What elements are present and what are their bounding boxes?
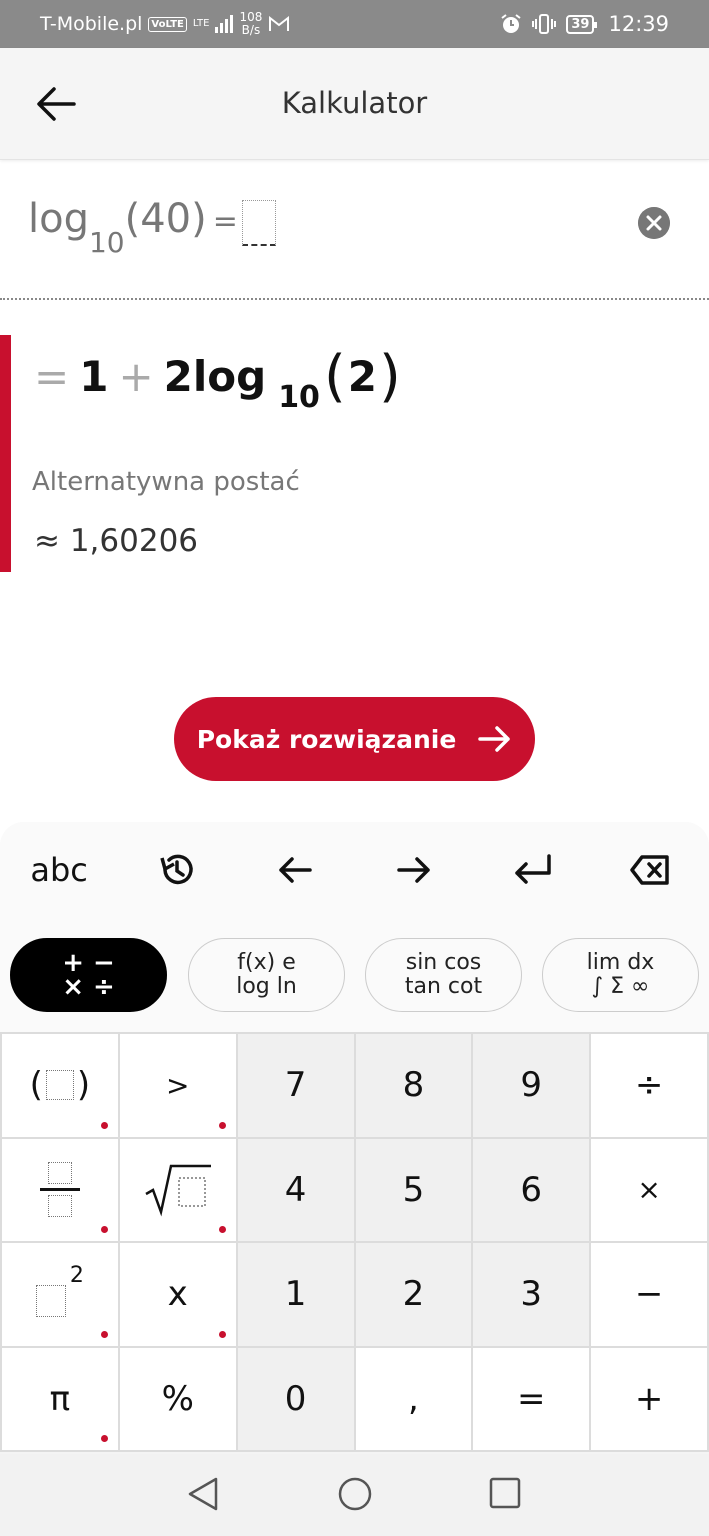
fraction-icon — [39, 1162, 80, 1218]
tab-functions[interactable]: f(x) e log ln — [188, 938, 345, 1012]
vibrate-icon — [532, 14, 557, 34]
network-speed: 108 B/s — [239, 10, 263, 37]
long-press-dot — [100, 1330, 108, 1338]
multiply-key[interactable]: × — [591, 1138, 707, 1241]
result-expression: = 1 + 2log 10 ( 2 ) — [34, 344, 401, 415]
battery-indicator: 39 — [566, 14, 598, 34]
key-2[interactable]: 2 — [355, 1243, 472, 1346]
gmail-icon — [269, 16, 290, 31]
square-root-key[interactable] — [119, 1138, 236, 1241]
result-accent-bar — [0, 335, 11, 572]
enter-button[interactable] — [473, 822, 591, 918]
cursor-right-button[interactable] — [355, 822, 473, 918]
arrow-right-icon — [478, 726, 511, 752]
input-argument: (40) — [124, 196, 207, 242]
greater-than-key[interactable]: > — [119, 1034, 236, 1137]
nav-back-icon[interactable] — [186, 1476, 220, 1512]
expression-input-area[interactable]: log 10 (40) = — [0, 160, 709, 300]
show-solution-button[interactable]: Pokaż rozwiązanie — [174, 697, 535, 781]
power-key[interactable]: 2 — [2, 1243, 118, 1346]
keyboard-tabs: + − × ÷ f(x) e log ln sin cos tan cot li… — [0, 918, 709, 1032]
divide-key[interactable]: ÷ — [591, 1034, 707, 1137]
key-7[interactable]: 7 — [237, 1034, 354, 1137]
input-equals: = — [212, 204, 238, 239]
key-0[interactable]: 0 — [237, 1347, 354, 1450]
network-type: LTE — [192, 18, 210, 29]
placeholder-box-icon — [35, 1285, 66, 1318]
enter-icon — [515, 854, 551, 884]
long-press-dot — [100, 1121, 108, 1129]
input-separator — [0, 298, 709, 300]
input-cursor-box[interactable] — [241, 200, 276, 246]
backspace-button[interactable] — [591, 822, 709, 918]
arrow-left-icon — [279, 857, 313, 883]
cursor-left-button[interactable] — [236, 822, 354, 918]
abc-keyboard-button[interactable]: abc — [0, 822, 118, 918]
backspace-icon — [630, 855, 669, 885]
long-press-dot — [218, 1121, 226, 1129]
clear-input-icon[interactable] — [638, 207, 670, 239]
pi-key[interactable]: π — [2, 1347, 118, 1450]
long-press-dot — [100, 1435, 108, 1442]
volte-badge: VoLTE — [148, 16, 187, 32]
keypad: ( ) > 7 8 9 ÷ 4 5 6 × 2 x 1 2 3 − π % 0 … — [0, 1032, 709, 1452]
variable-x-key[interactable]: x — [119, 1243, 236, 1346]
history-icon — [160, 854, 193, 885]
history-button[interactable] — [118, 822, 236, 918]
input-base: 10 — [88, 226, 125, 259]
square-root-icon — [145, 1164, 211, 1217]
key-6[interactable]: 6 — [473, 1138, 590, 1241]
key-4[interactable]: 4 — [237, 1138, 354, 1241]
nav-recents-icon[interactable] — [489, 1477, 521, 1509]
input-expression[interactable]: log 10 (40) = — [28, 196, 276, 259]
parentheses-key[interactable]: ( ) — [2, 1034, 118, 1137]
equals-key[interactable]: = — [473, 1347, 590, 1450]
fraction-key[interactable] — [2, 1138, 118, 1241]
placeholder-box-icon — [45, 1070, 74, 1101]
percent-key[interactable]: % — [119, 1347, 236, 1450]
tab-arithmetic[interactable]: + − × ÷ — [10, 938, 167, 1012]
key-8[interactable]: 8 — [355, 1034, 472, 1137]
comma-key[interactable]: , — [355, 1347, 472, 1450]
keyboard-toolbar: abc — [0, 822, 709, 918]
long-press-dot — [218, 1226, 226, 1233]
tab-calculus[interactable]: lim dx ∫ Σ ∞ — [542, 938, 699, 1012]
status-time: 12:39 — [608, 12, 669, 36]
page-title: Kalkulator — [281, 86, 428, 120]
arrow-right-icon — [396, 857, 430, 883]
key-5[interactable]: 5 — [355, 1138, 472, 1241]
show-solution-label: Pokaż rozwiązanie — [196, 724, 457, 754]
signal-icon — [215, 15, 234, 33]
alarm-icon — [501, 14, 521, 33]
tab-trigonometry[interactable]: sin cos tan cot — [365, 938, 522, 1012]
key-1[interactable]: 1 — [237, 1243, 354, 1346]
key-3[interactable]: 3 — [473, 1243, 590, 1346]
system-nav-bar — [0, 1454, 709, 1536]
input-func: log — [28, 196, 89, 242]
long-press-dot — [218, 1330, 226, 1338]
status-bar: T-Mobile.pl VoLTE LTE 108 B/s 39 12:39 — [0, 0, 709, 48]
key-9[interactable]: 9 — [473, 1034, 590, 1137]
long-press-dot — [100, 1226, 108, 1233]
approximate-value: ≈ 1,60206 — [34, 523, 199, 559]
alternative-form-label: Alternatywna postać — [32, 467, 300, 497]
carrier-name: T-Mobile.pl — [40, 13, 143, 35]
plus-key[interactable]: + — [591, 1347, 707, 1450]
math-keyboard: abc + − × ÷ f(x) e log ln sin cos tan co… — [0, 822, 709, 1454]
nav-home-icon[interactable] — [337, 1476, 373, 1512]
app-bar: Kalkulator — [0, 48, 709, 160]
minus-key[interactable]: − — [591, 1243, 707, 1346]
